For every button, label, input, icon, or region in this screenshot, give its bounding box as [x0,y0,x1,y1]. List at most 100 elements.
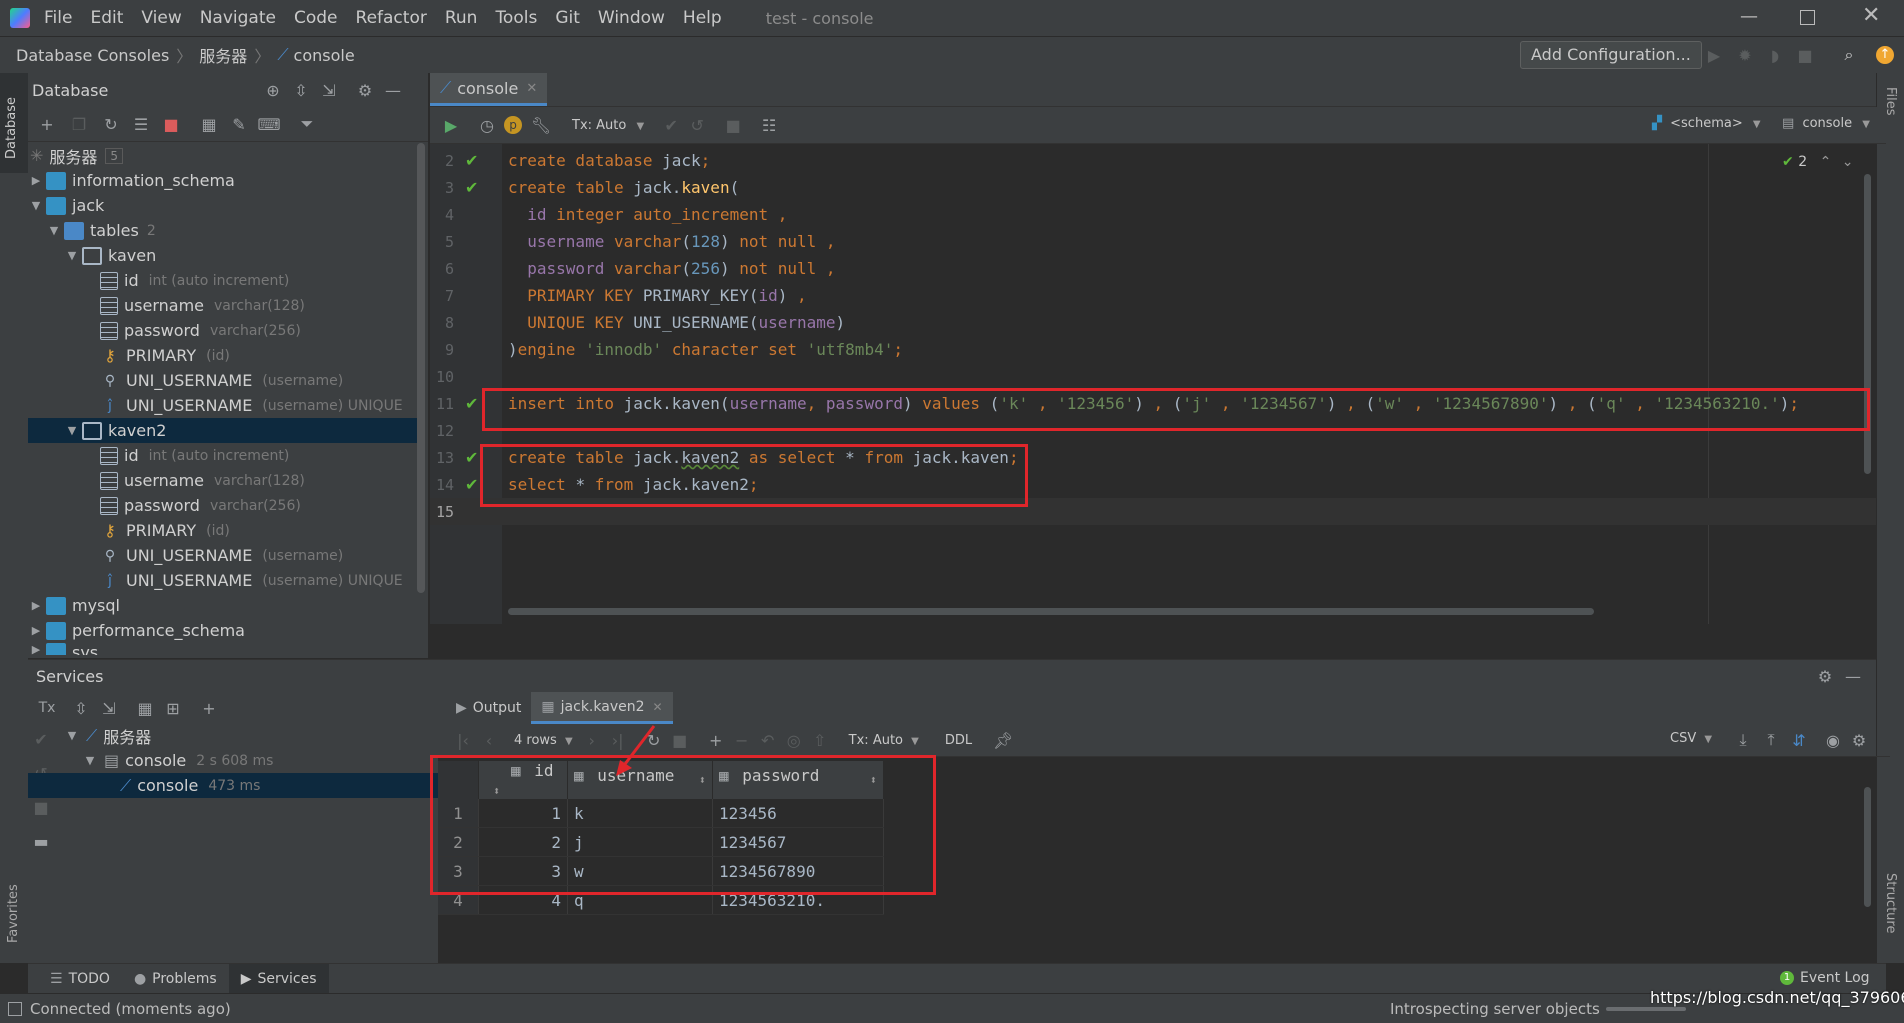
collapse-all-icon[interactable]: ⇲ [318,79,340,101]
compare-icon[interactable]: ⇵ [1788,729,1810,751]
debug-icon[interactable]: ✹ [1734,44,1756,66]
tree-key[interactable]: ⚲ UNI_USERNAME (username) [28,368,418,393]
add-row-icon[interactable]: + [705,729,727,751]
schema-select[interactable]: ▞ <schema> ▼ [1652,116,1761,131]
cell-password[interactable]: 1234563210. [712,885,884,915]
gear-icon[interactable]: ⚙ [1814,665,1836,687]
console-select[interactable]: ▤ console ▼ [1782,116,1870,131]
tab-result[interactable]: ▦ jack.kaven2 ✕ [531,692,673,724]
column-header-password[interactable]: ▦ password ⬍ [712,761,884,799]
run-icon[interactable]: ▶ [1703,44,1725,66]
update-icon[interactable]: ↑ [1876,46,1894,64]
menu-git[interactable]: Git [555,8,580,28]
close-tab-icon[interactable]: ✕ [526,81,537,96]
sql-console-icon[interactable]: ⌨ [257,113,280,135]
execute-icon[interactable]: ▶ [440,114,462,136]
tree-column[interactable]: username varchar(128) [28,293,418,318]
chevron-down-icon[interactable]: ▼ [28,199,44,212]
submit-icon[interactable]: ⇧ [809,729,831,751]
tree-column[interactable]: id int (auto increment) [28,268,418,293]
table-row[interactable]: 4 4 q 1234563210. [438,885,884,915]
favorites-tool-window-button[interactable]: Favorites [0,853,28,953]
table-icon[interactable]: ▦ [198,113,220,135]
chevron-right-icon[interactable]: ▶ [28,624,44,637]
commit-icon[interactable]: ✔ [660,114,682,136]
cell-password[interactable]: 1234567890 [712,856,884,886]
sort-icon[interactable]: ⬍ [699,766,706,794]
history-icon[interactable]: ◷ [476,114,498,136]
tree-schema-information-schema[interactable]: ▶ information_schema [28,168,418,193]
group-icon[interactable]: ▦ [134,697,156,719]
hide-panel-icon[interactable]: — [1842,665,1864,687]
wrench-icon[interactable]: 🔧︎ [530,114,552,136]
collapse-all-icon[interactable]: ⇲ [98,697,120,719]
refresh-icon[interactable]: ↻ [100,113,122,135]
layout-toggle-icon[interactable] [8,1001,22,1016]
menu-code[interactable]: Code [294,8,338,28]
properties-icon[interactable]: ☰ [130,113,152,135]
cell-username[interactable]: k [567,799,713,828]
edit-icon[interactable]: ✎ [228,113,250,135]
cell-password[interactable]: 123456 [712,799,884,828]
first-page-icon[interactable]: |‹ [452,729,474,751]
cell-username[interactable]: q [567,885,713,915]
tree-schema-performance-schema[interactable]: ▶ performance_schema [28,618,418,643]
locate-icon[interactable]: ⊕ [262,79,284,101]
tree-key[interactable]: ⚷ PRIMARY (id) [28,343,418,368]
menu-window[interactable]: Window [598,8,665,28]
cell-password[interactable]: 1234567 [712,827,884,857]
add-configuration-button[interactable]: Add Configuration... [1520,41,1702,69]
expand-all-icon[interactable]: ⇳ [290,79,312,101]
result-layout-icon[interactable]: ☷ [758,114,780,136]
tree-schema-mysql[interactable]: ▶ mysql [28,593,418,618]
todo-tab[interactable]: ☰ TODO [38,964,122,994]
menu-view[interactable]: View [141,8,181,28]
menu-navigate[interactable]: Navigate [200,8,276,28]
rows-select[interactable]: 4 rows ▼ [514,733,573,748]
tree-column[interactable]: password varchar(256) [28,318,418,343]
result-grid[interactable]: ▦ id ⬍ ▦ username ⬍ ▦ password ⬍ 1 1 k 1… [438,757,1876,964]
menu-refactor[interactable]: Refactor [356,8,427,28]
chevron-down-icon[interactable]: ▼ [64,424,80,437]
tree-table-kaven2[interactable]: ▼ kaven2 [28,418,418,443]
breadcrumb-console[interactable]: console [294,46,355,65]
tree-table-kaven[interactable]: ▼ kaven [28,243,418,268]
minimize-button[interactable]: — [1740,6,1758,27]
eye-icon[interactable]: ◉ [1822,729,1844,751]
copy-icon[interactable]: ❐ [68,113,90,135]
search-everywhere-icon[interactable]: ⌕ [1838,44,1860,66]
menu-file[interactable]: File [44,8,72,28]
editor-vertical-scrollbar[interactable] [1864,174,1871,474]
cell-id[interactable]: 2 [478,827,568,857]
next-page-icon[interactable]: › [581,729,603,751]
chevron-right-icon[interactable]: ▶ [28,174,44,187]
sort-icon[interactable]: ⬍ [493,784,500,798]
tree-index[interactable]: ĵ UNI_USERNAME (username) UNIQUE [28,568,418,593]
tree-column[interactable]: id int (auto increment) [28,443,418,468]
stop-icon[interactable]: ■ [30,796,52,818]
chevron-down-icon[interactable]: ▼ [64,729,80,742]
close-tab-icon[interactable]: ✕ [653,700,663,714]
event-log-tab[interactable]: 1 Event Log [1780,970,1870,986]
chevron-right-icon[interactable]: ▶ [28,599,44,612]
tree-key[interactable]: ⚲ UNI_USERNAME (username) [28,543,418,568]
tree-folder-tables[interactable]: ▼ tables 2 [28,218,418,243]
coverage-icon[interactable]: ◗ [1764,44,1786,66]
parameters-icon[interactable]: p [504,116,522,134]
breadcrumb-database-consoles[interactable]: Database Consoles [16,46,169,65]
delete-row-icon[interactable]: − [731,729,753,751]
chevron-down-icon[interactable]: ▼ [82,754,98,767]
download-icon[interactable]: ⤓ [1732,729,1754,751]
chevron-down-icon[interactable]: ▼ [46,224,62,237]
service-query[interactable]: ⟋ console 473 ms [28,773,458,798]
tree-index[interactable]: ĵ UNI_USERNAME (username) UNIQUE [28,393,418,418]
tx-icon[interactable]: Tx [36,697,58,719]
service-server[interactable]: ▼ ⟋ 服务器 [64,723,464,748]
menu-run[interactable]: Run [445,8,478,28]
table-row[interactable]: 3 3 w 1234567890 [438,856,884,886]
menu-help[interactable]: Help [683,8,722,28]
gear-icon[interactable]: ⚙ [1848,729,1870,751]
chevron-down-icon[interactable]: ▼ [64,249,80,262]
cancel-query-icon[interactable]: ■ [722,114,744,136]
stop-icon[interactable]: ■ [1794,44,1816,66]
